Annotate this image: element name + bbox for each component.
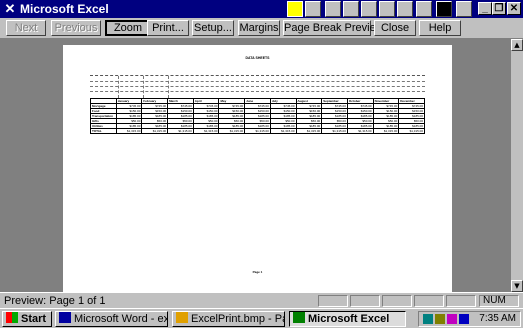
preview-area: DATA SHEETS January February March April… <box>0 39 511 292</box>
sheet-table-area: January February March April May June Ju… <box>90 75 425 134</box>
status-panel <box>350 295 380 307</box>
page-footer: Page 1 <box>252 270 263 274</box>
table-cell: $1,315.00 <box>321 128 348 134</box>
window-icon[interactable] <box>325 1 341 17</box>
gear-icon[interactable] <box>456 1 472 17</box>
tray-app-2-icon[interactable] <box>459 314 469 324</box>
window-title: Microsoft Excel <box>20 2 109 16</box>
paint-icon <box>176 312 188 323</box>
calendar-icon[interactable] <box>361 1 377 17</box>
system-tray: 7:35 AM <box>418 311 521 327</box>
table-cell: $1,315.00 <box>269 128 297 134</box>
page-break-preview-button[interactable]: Page Break Preview <box>283 20 384 36</box>
table-cell: $1,315.00 <box>346 128 374 134</box>
setup-button[interactable]: Setup... <box>192 20 234 36</box>
taskbar: Start Microsoft Word - excel... ExcelPri… <box>0 308 523 328</box>
empty-grid-rows <box>90 76 425 98</box>
taskbar-item-label: ExcelPrint.bmp - Paint <box>191 313 284 325</box>
row-label: Transportation <box>90 113 117 119</box>
excel-logo-icon: ✕ <box>4 1 16 16</box>
table-cell: $1,315.00 <box>218 128 246 134</box>
previous-button[interactable]: Previous <box>51 20 101 36</box>
table-cell: $1,315.00 <box>295 128 323 134</box>
network-icon[interactable] <box>423 314 433 324</box>
taskbar-excel[interactable]: Microsoft Excel <box>289 311 406 327</box>
preview-page[interactable]: DATA SHEETS January February March April… <box>63 45 452 292</box>
table-cell: $1,315.00 <box>398 128 425 134</box>
table-cell: $1,315.00 <box>244 128 271 134</box>
close-preview-button[interactable]: Close <box>374 20 416 36</box>
help-button[interactable]: Help <box>419 20 461 36</box>
word-icon <box>59 312 71 323</box>
tray-app-icon[interactable] <box>447 314 457 324</box>
title-bar: ✕ Microsoft Excel _ ❐ ✕ <box>0 0 523 18</box>
row-label: TOTAL <box>90 128 117 134</box>
scroll-down-arrow-icon[interactable]: ▼ <box>511 280 523 292</box>
table-cell: $1,315.00 <box>372 128 400 134</box>
highlighter-icon[interactable] <box>416 1 432 17</box>
taskbar-word[interactable]: Microsoft Word - excel... <box>55 311 168 327</box>
restore-button[interactable]: ❐ <box>492 2 506 15</box>
table-cell: $1,315.00 <box>167 128 194 134</box>
table-cell: $1,315.00 <box>115 128 143 134</box>
speaker-icon[interactable] <box>435 314 445 324</box>
status-panel <box>382 295 412 307</box>
vertical-scrollbar[interactable]: ▲ ▼ <box>511 39 523 292</box>
close-button[interactable]: ✕ <box>507 2 521 15</box>
window-4-icon[interactable] <box>397 1 413 17</box>
folder-yellow-icon[interactable] <box>287 1 303 17</box>
next-button[interactable]: Next <box>6 20 46 36</box>
taskbar-item-label: Microsoft Word - excel... <box>74 313 168 325</box>
margins-button[interactable]: Margins <box>238 20 280 36</box>
table-row: TOTAL $1,315.00 $1,315.00 $1,315.00 $1,315.0… <box>90 128 425 134</box>
open-folder-icon[interactable] <box>305 1 321 17</box>
status-panel <box>414 295 444 307</box>
clock[interactable]: 7:35 AM <box>479 313 516 325</box>
zoom-button[interactable]: Zoom <box>105 20 151 36</box>
minimize-button[interactable]: _ <box>478 2 492 15</box>
taskbar-item-label: Microsoft Excel <box>308 313 390 325</box>
start-button[interactable]: Start <box>2 311 52 327</box>
status-bar: Preview: Page 1 of 1 NUM <box>0 292 523 309</box>
data-table: January February March April May June Ju… <box>90 98 425 134</box>
taskbar-paint[interactable]: ExcelPrint.bmp - Paint <box>172 311 285 327</box>
num-lock-indicator: NUM <box>479 295 519 307</box>
windows-logo-icon <box>6 312 18 323</box>
page-title: DATA SHEETS <box>245 56 270 60</box>
table-cell: $1,315.00 <box>141 128 169 134</box>
print-button[interactable]: Print... <box>147 20 189 36</box>
table-cell: $1,315.00 <box>192 128 220 134</box>
status-panel <box>318 295 348 307</box>
window-2-icon[interactable] <box>343 1 359 17</box>
scroll-up-arrow-icon[interactable]: ▲ <box>511 39 523 51</box>
excel-icon <box>293 312 305 323</box>
status-text: Preview: Page 1 of 1 <box>4 295 106 307</box>
power-icon[interactable] <box>436 1 452 17</box>
window-3-icon[interactable] <box>379 1 395 17</box>
start-label: Start <box>21 313 47 325</box>
print-preview-toolbar: Next Previous Zoom Print... Setup... Mar… <box>0 18 523 39</box>
status-panel <box>446 295 476 307</box>
